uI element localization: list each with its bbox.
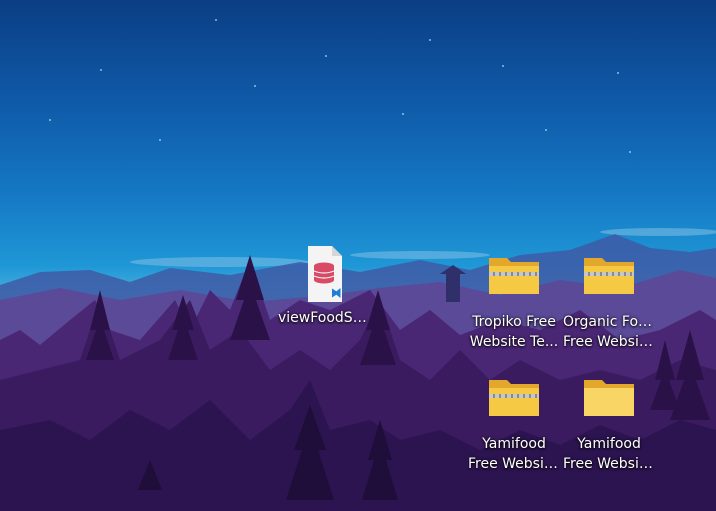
zip-folder-icon bbox=[584, 258, 634, 294]
desktop-icon-label: viewFoodSh... bbox=[278, 308, 370, 328]
desktop-icon-label: Yamifood Free Websit... bbox=[563, 434, 655, 474]
desktop[interactable]: viewFoodSh... Tropiko Free Website Te... bbox=[0, 0, 716, 511]
zip-folder-icon bbox=[489, 258, 539, 294]
desktop-icon-label-line: Yamifood bbox=[482, 436, 546, 452]
desktop-icon-tropiko[interactable]: Tropiko Free Website Te... bbox=[468, 252, 560, 362]
desktop-icon-label-line: viewFoodSh... bbox=[278, 310, 370, 326]
desktop-icon-label: Organic Food Free Websit... bbox=[563, 312, 655, 352]
zip-folder-icon bbox=[489, 380, 539, 416]
desktop-icon-label: Tropiko Free Website Te... bbox=[468, 312, 560, 352]
desktop-icon-label-line: Free Websit... bbox=[468, 456, 560, 472]
desktop-icon-yamifood-folder[interactable]: Yamifood Free Websit... bbox=[563, 374, 655, 484]
desktop-icon-label-line: Yamifood bbox=[577, 436, 641, 452]
folder-icon bbox=[584, 380, 634, 416]
desktop-icon-label-line: Website Te... bbox=[469, 334, 559, 350]
desktop-icon-organic-food[interactable]: Organic Food Free Websit... bbox=[563, 252, 655, 362]
desktop-icon-label: Yamifood Free Websit... bbox=[468, 434, 560, 474]
desktop-icon-label-line: Tropiko Free bbox=[472, 314, 556, 330]
desktop-icon-label-line: Organic Food bbox=[563, 314, 655, 330]
desktop-icon-viewfoodsh[interactable]: viewFoodSh... bbox=[278, 244, 370, 354]
desktop-icon-yamifood-zip[interactable]: Yamifood Free Websit... bbox=[468, 374, 560, 484]
desktop-icon-label-line: Free Websit... bbox=[563, 334, 655, 350]
sql-file-icon bbox=[308, 246, 342, 302]
desktop-icon-label-line: Free Websit... bbox=[563, 456, 655, 472]
